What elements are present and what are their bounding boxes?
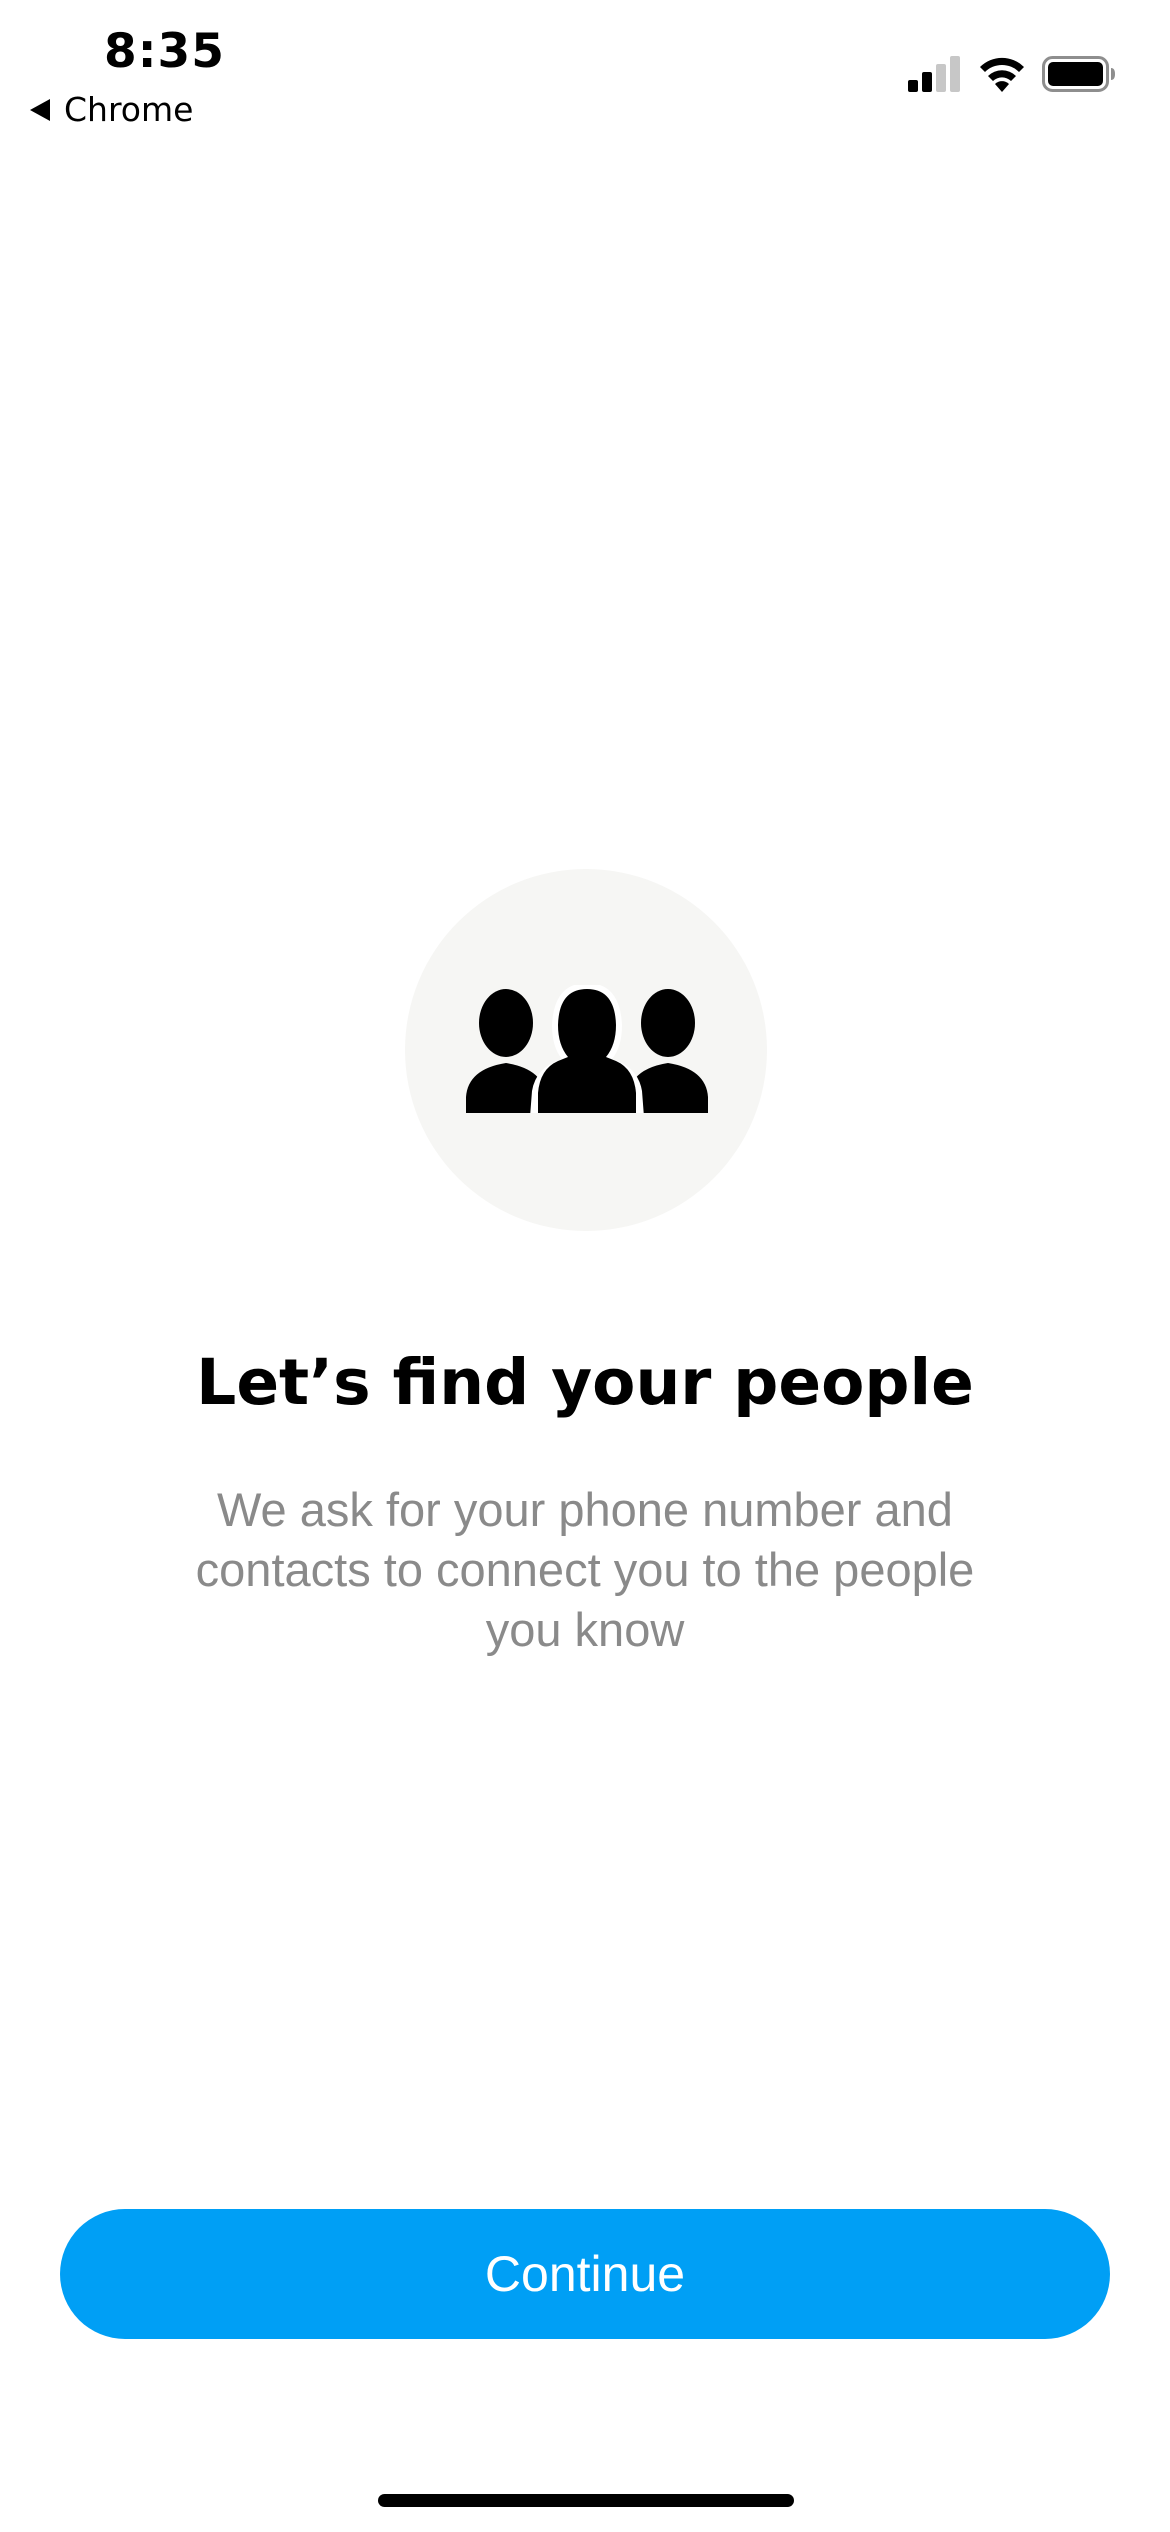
- back-triangle-icon: [30, 98, 50, 121]
- home-indicator[interactable]: [378, 2494, 794, 2507]
- back-to-app-button[interactable]: Chrome: [30, 90, 193, 129]
- description-text: We ask for your phone number and contact…: [195, 1483, 975, 1656]
- continue-button[interactable]: Continue: [60, 2209, 1110, 2339]
- back-app-label: Chrome: [64, 90, 194, 129]
- cellular-signal-icon: [908, 56, 960, 92]
- wifi-icon: [980, 57, 1024, 92]
- status-time: 8:35: [104, 24, 225, 79]
- battery-icon: [1042, 56, 1115, 92]
- people-group-icon: [466, 985, 708, 1113]
- page-title: Let’s find your people: [196, 1346, 974, 1419]
